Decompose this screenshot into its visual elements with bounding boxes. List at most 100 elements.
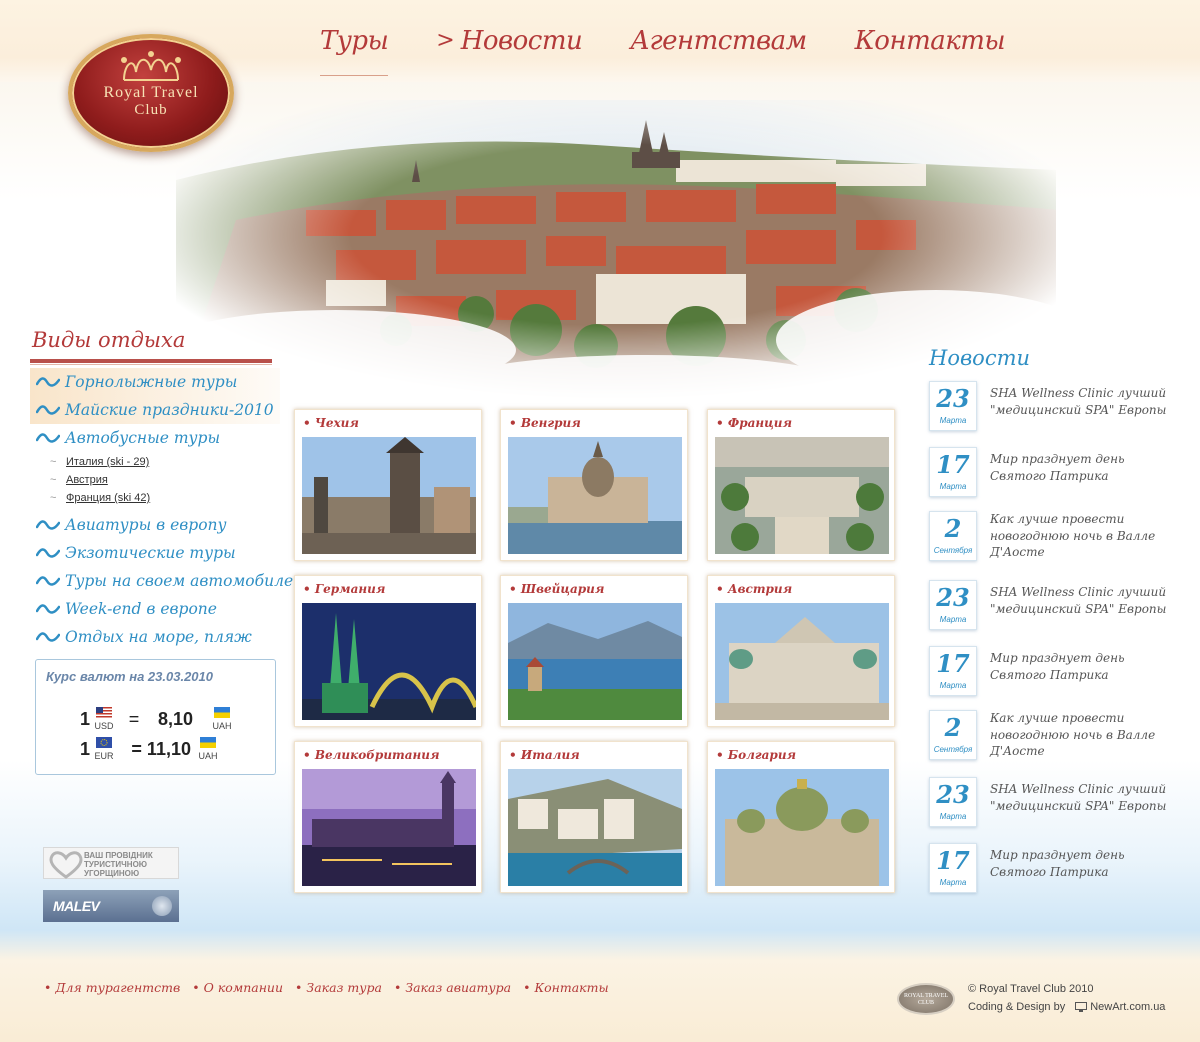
footer-logo[interactable]: ROYAL TRAVEL CLUB <box>897 983 955 1015</box>
partner-badge-malev[interactable]: MALEV <box>43 890 179 922</box>
news-text: SHA Wellness Clinic лучший "медицинский … <box>990 386 1167 417</box>
tour-name: Чехия <box>314 416 359 430</box>
newart-icon <box>1075 1002 1088 1012</box>
news-item[interactable]: 17 Марта Мир празднует день Святого Патр… <box>929 447 1179 497</box>
nav-agencies[interactable]: Агентствам <box>630 16 807 76</box>
tour-card-switzerland[interactable]: • Швейцария <box>500 575 688 727</box>
footer-links: • Для турагентств • О компании • Заказ тура… <box>44 980 621 995</box>
submenu-item-italy[interactable]: ~ Италия (ski - 29) <box>50 453 280 471</box>
sidebar-item-own-car[interactable]: Туры на своем автомобиле <box>30 567 293 595</box>
wave-icon <box>36 604 60 614</box>
tour-card-title: • Болгария <box>716 748 796 762</box>
crown-icon <box>121 51 181 81</box>
currency-amount: 1 <box>79 708 90 729</box>
partner-badge-text: ВАШ ПРОВІДНИК ТУРИСТИЧНОЮ УГОРЩИНОЮ <box>84 851 153 878</box>
nav-contacts[interactable]: Контакты <box>855 16 1006 76</box>
sidebar-item-exotic[interactable]: Экзотические туры <box>30 539 280 567</box>
footer-link-label: Заказ авиатура <box>405 980 512 995</box>
sidebar-item-weekend[interactable]: Week-end в европе <box>30 595 280 623</box>
news-day: 2 <box>944 713 962 742</box>
news-item[interactable]: 23 Марта SHA Wellness Clinic лучший "мед… <box>929 381 1179 431</box>
currency-from: USD <box>93 707 115 731</box>
footer-link-order-tour[interactable]: • Заказ тура <box>295 980 382 995</box>
news-item[interactable]: 17 Марта Мир празднует день Святого Патр… <box>929 843 1179 893</box>
nav-news[interactable]: Новости <box>461 16 583 76</box>
tour-card-france[interactable]: • Франция <box>707 409 895 561</box>
tour-card-germany[interactable]: • Германия <box>294 575 482 727</box>
bullet: • <box>716 748 724 762</box>
submenu-item-france[interactable]: ~ Франция (ski 42) <box>50 489 280 507</box>
footer-link-order-air[interactable]: • Заказ авиатура <box>394 980 511 995</box>
news-month: Марта <box>939 416 967 425</box>
bullet: • <box>44 980 52 995</box>
footer-link-agencies[interactable]: • Для турагентств <box>44 980 180 995</box>
tour-card-bulgaria[interactable]: • Болгария <box>707 741 895 893</box>
tour-card-title: • Чехия <box>303 416 359 430</box>
tour-card-czech[interactable]: • Чехия <box>294 409 482 561</box>
news-text: Мир празднует день Святого Патрика <box>990 651 1125 682</box>
nav-tours[interactable]: Туры <box>320 16 389 76</box>
currency-equals: = <box>128 708 140 729</box>
currency-to: UAH <box>211 707 233 731</box>
wave-icon <box>36 548 60 558</box>
bullet: • <box>295 980 303 995</box>
nav-arrow: > <box>436 28 455 53</box>
news-date: 17 Марта <box>929 447 977 497</box>
news-day: 23 <box>936 384 970 413</box>
sidebar-item-bus-tours[interactable]: Автобусные туры <box>30 424 280 452</box>
bullet: • <box>393 980 402 995</box>
credits: Coding & Design by NewArt.com.ua <box>968 1001 1165 1013</box>
tour-name: Франция <box>727 416 793 430</box>
tour-card-title: • Швейцария <box>509 582 604 596</box>
news-day: 23 <box>936 780 970 809</box>
news-date: 2 Сентября <box>929 710 977 760</box>
news-date: 23 Марта <box>929 580 977 630</box>
news-month: Марта <box>939 681 967 690</box>
tour-image-switzerland <box>508 603 682 720</box>
news-item[interactable]: 2 Сентября Как лучше провести новогоднюю… <box>929 710 1179 760</box>
credits-link[interactable]: NewArt.com.ua <box>1090 1001 1165 1013</box>
news-text: Как лучше провести новогоднюю ночь в Вал… <box>990 711 1156 758</box>
currency-code: UAH <box>212 721 232 731</box>
sidebar-menu: Горнолыжные туры Майские праздники-2010 … <box>30 368 293 651</box>
tour-card-austria[interactable]: • Австрия <box>707 575 895 727</box>
heart-logo-icon <box>49 851 83 879</box>
tour-name: Великобритания <box>314 748 440 762</box>
badge-line: ТУРИСТИЧНОЮ <box>84 860 148 869</box>
tour-card-title: • Венгрия <box>509 416 581 430</box>
sidebar-item-label: Майские праздники-2010 <box>65 401 274 419</box>
tour-card-hungary[interactable]: • Венгрия <box>500 409 688 561</box>
tour-card-italy[interactable]: • Италия <box>500 741 688 893</box>
submenu-item-label: Франция (ski 42) <box>66 492 151 504</box>
news-month: Сентября <box>933 546 973 555</box>
news-day: 23 <box>936 583 970 612</box>
wave-icon <box>36 632 60 642</box>
tour-card-title: • Великобритания <box>303 748 440 762</box>
news-date: 2 Сентября <box>929 511 977 561</box>
news-item[interactable]: 2 Сентября Как лучше провести новогоднюю… <box>929 511 1179 561</box>
sidebar-item-sea-beach[interactable]: Отдых на море, пляж <box>30 623 280 651</box>
tour-image-austria <box>715 603 889 720</box>
wave-icon <box>36 520 60 530</box>
sidebar-item-ski[interactable]: Горнолыжные туры <box>30 368 280 396</box>
news-item[interactable]: 23 Марта SHA Wellness Clinic лучший "мед… <box>929 580 1179 630</box>
prague-panorama-image <box>156 100 1096 415</box>
tilde-marker: ~ <box>50 492 57 504</box>
sidebar-item-may-holidays[interactable]: Майские праздники-2010 <box>30 396 280 424</box>
bullet: • <box>303 416 311 430</box>
footer-link-contacts[interactable]: • Контакты <box>523 980 609 995</box>
currency-widget: Курс валют на 23.03.2010 1 USD = 8,10 UA… <box>35 659 276 775</box>
submenu-item-label: Италия (ski - 29) <box>66 456 150 468</box>
submenu-item-austria[interactable]: ~ Австрия <box>50 471 280 489</box>
tour-card-uk[interactable]: • Великобритания <box>294 741 482 893</box>
currency-code: EUR <box>94 751 114 761</box>
tour-name: Венгрия <box>520 416 581 430</box>
footer-link-about[interactable]: • О компании <box>192 980 283 995</box>
bullet: • <box>192 980 200 995</box>
news-text: Как лучше провести новогоднюю ночь в Вал… <box>990 512 1156 559</box>
news-item[interactable]: 23 Марта SHA Wellness Clinic лучший "мед… <box>929 777 1179 827</box>
partner-badge-hungary[interactable]: ВАШ ПРОВІДНИК ТУРИСТИЧНОЮ УГОРЩИНОЮ <box>43 847 179 879</box>
news-item[interactable]: 17 Марта Мир празднует день Святого Патр… <box>929 646 1179 696</box>
hero-panorama <box>156 100 1096 415</box>
sidebar-item-air-tours[interactable]: Авиатуры в европу <box>30 511 280 539</box>
